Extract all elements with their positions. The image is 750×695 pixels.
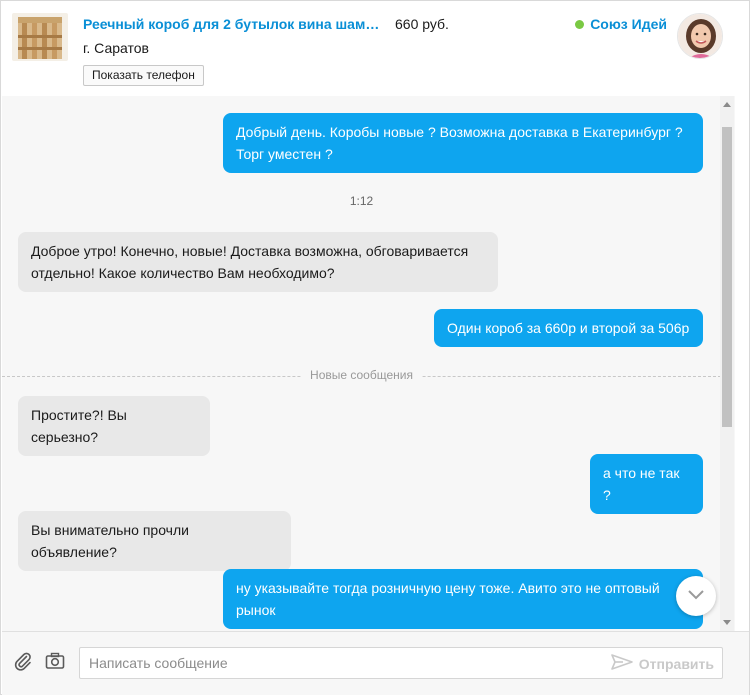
seller-name: Союз Идей <box>590 16 667 32</box>
new-messages-label: Новые сообщения <box>300 368 423 382</box>
send-label: Отправить <box>638 655 714 672</box>
message-input[interactable] <box>80 648 600 678</box>
seller-avatar[interactable] <box>677 13 723 59</box>
show-phone-button[interactable]: Показать телефон <box>83 65 204 86</box>
ad-thumbnail[interactable] <box>12 13 68 61</box>
message-text: Доброе утро! Конечно, новые! Доставка во… <box>31 243 469 259</box>
send-icon <box>610 654 633 673</box>
message-text: Добрый день. Коробы новые ? Возможна дос… <box>236 124 683 140</box>
message-bubble-outgoing: а что не так ? <box>590 454 703 514</box>
message-text: а что не так ? <box>603 465 680 503</box>
message-scrollbar[interactable] <box>720 96 734 631</box>
chat-window: Реечный короб для 2 бутылок вина шампа… … <box>0 0 750 695</box>
message-input-wrapper: Отправить <box>79 647 723 679</box>
message-text: Вы внимательно прочли объявление? <box>31 522 189 560</box>
online-status-dot <box>575 19 585 29</box>
message-text: ну указывайте тогда розничную цену тоже.… <box>236 580 660 596</box>
camera-button[interactable] <box>44 652 66 674</box>
scroll-up-arrow[interactable] <box>723 102 731 107</box>
message-text: рынок <box>236 602 276 618</box>
message-time: 1:12 <box>349 194 374 208</box>
message-bubble-outgoing: ну указывайте тогда розничную цену тоже.… <box>223 569 703 629</box>
message-text: отдельно! Какое количество Вам необходим… <box>31 265 335 281</box>
message-bubble-outgoing: Один короб за 660р и второй за 506р <box>434 309 703 347</box>
send-button[interactable]: Отправить <box>610 654 714 673</box>
message-bubble-outgoing: Добрый день. Коробы новые ? Возможна дос… <box>223 113 703 173</box>
ad-title-link[interactable]: Реечный короб для 2 бутылок вина шампа… <box>83 16 383 32</box>
scroll-down-arrow[interactable] <box>723 620 731 625</box>
seller-link[interactable]: Союз Идей <box>575 16 667 32</box>
message-text: Торг уместен ? <box>236 146 333 162</box>
scroll-thumb[interactable] <box>722 127 732 427</box>
scroll-to-bottom-button[interactable] <box>676 576 716 616</box>
message-bubble-incoming: Простите?! Вы серьезно? <box>18 396 210 456</box>
message-text: Простите?! Вы серьезно? <box>31 407 127 445</box>
paperclip-icon <box>13 651 33 676</box>
chevron-down-icon <box>688 587 704 605</box>
ad-price: 660 руб. <box>395 16 449 32</box>
message-bubble-incoming: Вы внимательно прочли объявление? <box>18 511 291 571</box>
ad-city: г. Саратов <box>83 40 149 56</box>
message-text: Один короб за 660р и второй за 506р <box>447 320 690 336</box>
composer-bar: Отправить <box>2 631 749 695</box>
message-bubble-incoming: Доброе утро! Конечно, новые! Доставка во… <box>18 232 498 292</box>
attach-button[interactable] <box>12 652 34 674</box>
camera-icon <box>45 652 65 675</box>
chat-header: Реечный короб для 2 бутылок вина шампа… … <box>1 1 749 96</box>
message-list[interactable]: Добрый день. Коробы новые ? Возможна дос… <box>2 96 735 631</box>
new-messages-divider: Новые сообщения <box>2 368 721 384</box>
